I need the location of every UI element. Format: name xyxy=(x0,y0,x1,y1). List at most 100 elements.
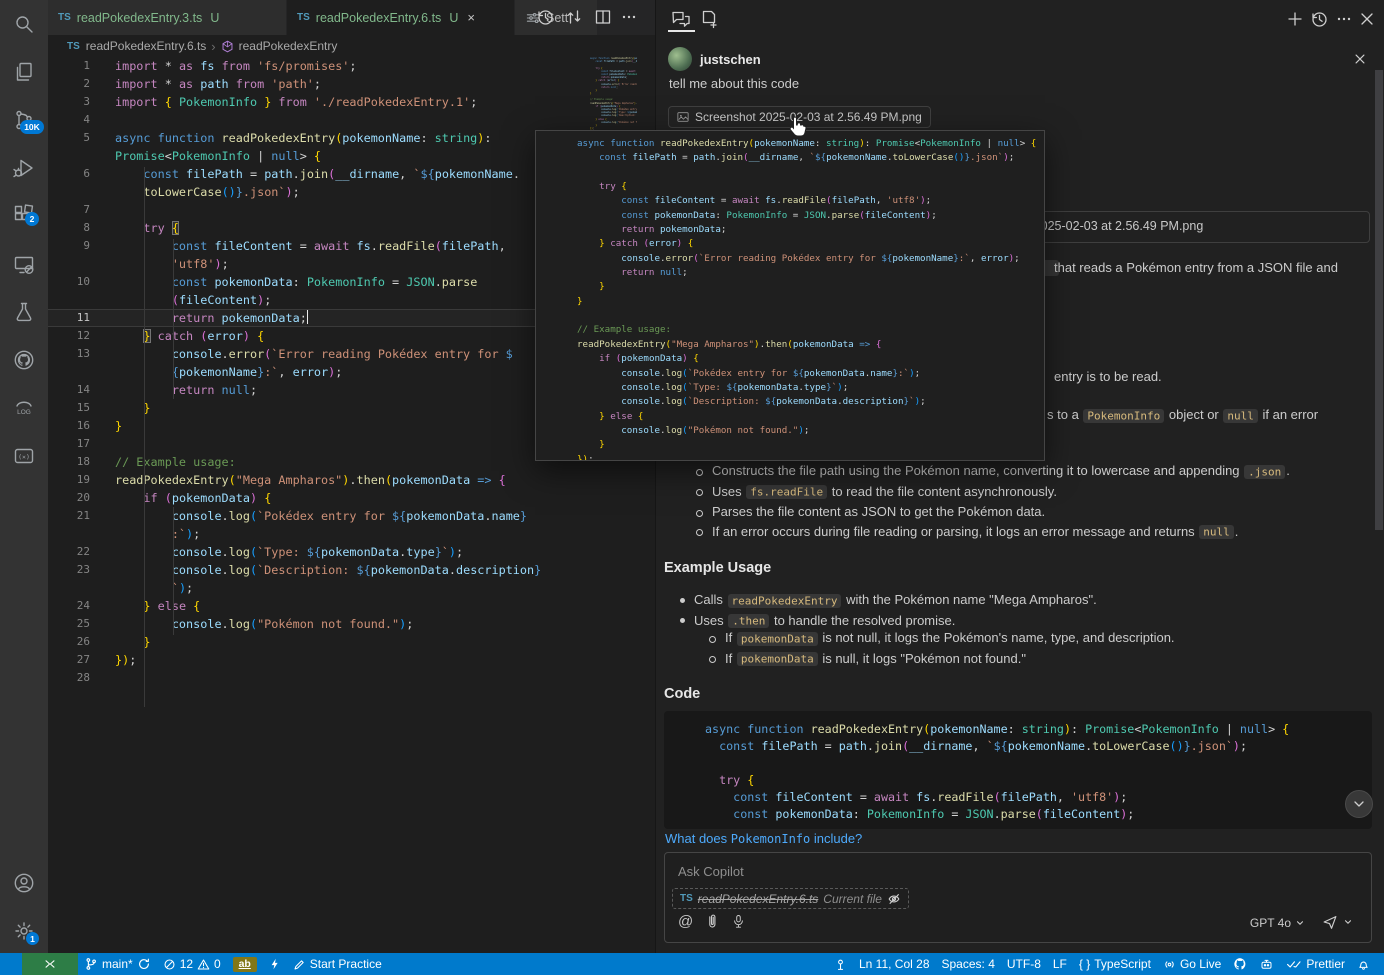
source-control-badge: 10K xyxy=(20,120,44,134)
compare-changes-icon[interactable] xyxy=(564,7,584,27)
attachment-preview-popup: async function readPokedexEntry(pokemonN… xyxy=(535,130,1045,461)
mention-icon[interactable]: @ xyxy=(678,913,693,930)
editor-more-actions-icon[interactable] xyxy=(619,7,639,27)
explorer-icon[interactable] xyxy=(12,60,36,84)
chat-code-block[interactable]: async function readPokedexEntry(pokemonN… xyxy=(664,711,1372,829)
remote-indicator[interactable] xyxy=(22,953,78,975)
remote-explorer-icon[interactable] xyxy=(12,253,36,277)
editor-tab-bar: TS readPokedexEntry.3.ts U TS readPokede… xyxy=(48,0,655,35)
minimap[interactable]: async function readPokedexEntry(pokemonN… xyxy=(565,57,637,131)
encoding-indicator[interactable]: UTF-8 xyxy=(1001,957,1047,971)
bullet-item: Constructs the file path using the Pokém… xyxy=(696,464,1356,479)
timeline-history-icon[interactable] xyxy=(535,7,555,27)
image-icon xyxy=(677,111,689,123)
response-bullet-list: Constructs the file path using the Pokém… xyxy=(696,464,1356,545)
breadcrumb[interactable]: TS readPokedexEntry.6.ts › readPokedexEn… xyxy=(48,35,655,57)
section-heading: Example Usage xyxy=(664,560,771,576)
response-fragment: that reads a Pokémon entry from a JSON f… xyxy=(1054,260,1338,275)
notifications-bell-icon[interactable] xyxy=(1351,958,1376,971)
chevron-down-icon xyxy=(1343,917,1353,927)
model-picker[interactable]: GPT 4o xyxy=(1250,916,1305,930)
svg-text:(×): (×) xyxy=(18,453,30,461)
language-mode[interactable]: { }TypeScript xyxy=(1073,957,1157,971)
branch-icon xyxy=(84,957,98,971)
split-editor-icon[interactable] xyxy=(593,7,613,27)
bullet-item: Calls readPokedexEntry with the Pokémon … xyxy=(680,593,1360,608)
attach-icon[interactable] xyxy=(703,913,720,930)
octocat-icon xyxy=(1233,957,1247,971)
search-icon[interactable] xyxy=(12,12,36,36)
active-view-underline xyxy=(668,30,695,32)
typescript-file-icon: TS xyxy=(67,41,80,52)
new-session-icon[interactable] xyxy=(698,8,720,30)
scroll-down-button[interactable] xyxy=(1345,790,1373,818)
typescript-file-icon: TS xyxy=(680,893,693,904)
code-lines: 1import * as fs from 'fs/promises';2impo… xyxy=(48,57,560,687)
cursor-position[interactable]: Ln 11, Col 28 xyxy=(853,957,936,971)
spell-checker-indicator[interactable]: ab xyxy=(227,957,263,972)
double-check-icon xyxy=(1286,958,1302,970)
warning-icon xyxy=(197,958,210,971)
indent-guide xyxy=(173,239,174,399)
bullet-item: Uses .then to handle the resolved promis… xyxy=(680,614,1360,629)
activity-bar: 10K 2 LOG (×) 1 xyxy=(0,0,48,953)
github-actions-indicator[interactable] xyxy=(1227,957,1253,971)
chat-input[interactable]: Ask Copilot TS readPokedexEntry.6.ts Cur… xyxy=(664,852,1372,943)
microphone-icon[interactable] xyxy=(730,913,747,930)
tab-settings[interactable]: Sett xyxy=(515,0,598,35)
go-live-button[interactable]: Go Live xyxy=(1157,957,1227,971)
svg-text:LOG: LOG xyxy=(17,409,31,416)
status-bar: main* 12 0 ab Start Practice Ln 11, Col … xyxy=(0,953,1384,975)
remove-message-icon[interactable] xyxy=(1353,52,1369,68)
chat-history-icon[interactable] xyxy=(1309,9,1329,29)
section-heading: Code xyxy=(664,686,700,702)
tab-readPokedexEntry-6[interactable]: TS readPokedexEntry.6.ts U × xyxy=(287,0,515,35)
response-bullet-list: Calls readPokedexEntry with the Pokémon … xyxy=(680,593,1360,634)
new-chat-plus-icon[interactable] xyxy=(1285,9,1305,29)
test-flask-icon[interactable] xyxy=(12,300,36,324)
sync-icon xyxy=(137,957,151,971)
robot-icon xyxy=(1259,957,1274,972)
antenna-icon xyxy=(834,958,847,971)
indent-guide xyxy=(144,167,145,707)
ports-indicator[interactable] xyxy=(828,958,853,971)
typescript-file-icon: TS xyxy=(58,12,71,23)
panel-more-icon[interactable] xyxy=(1334,9,1354,29)
bullet-item: If pokemonData is null, it logs "Pokémon… xyxy=(709,652,1359,667)
git-branch-indicator[interactable]: main* xyxy=(78,957,157,971)
extensions-badge: 2 xyxy=(25,212,39,226)
copilot-extension-indicator[interactable] xyxy=(1253,957,1280,972)
attachment-chip[interactable]: Screenshot 2025-02-03 at 2.56.49 PM.png xyxy=(668,106,931,128)
account-icon[interactable] xyxy=(12,871,36,895)
close-tab-icon[interactable]: × xyxy=(467,10,475,25)
user-message: tell me about this code xyxy=(669,76,799,91)
settings-badge: 1 xyxy=(26,932,39,945)
user-name: justschen xyxy=(700,52,761,67)
context-chip[interactable]: TS readPokedexEntry.6.ts Current file xyxy=(672,888,909,909)
problems-indicator[interactable]: 12 0 xyxy=(157,957,227,971)
bullet-item: If an error occurs during file reading o… xyxy=(696,525,1356,540)
indentation-indicator[interactable]: Spaces: 4 xyxy=(936,957,1001,971)
prettier-indicator[interactable]: Prettier xyxy=(1280,957,1351,971)
send-icon xyxy=(1321,913,1339,931)
tab-readPokedexEntry-3[interactable]: TS readPokedexEntry.3.ts U xyxy=(48,0,287,35)
followup-suggestion[interactable]: What does PokemonInfo include? xyxy=(665,831,862,846)
eol-indicator[interactable]: LF xyxy=(1047,957,1073,971)
log-panel-icon[interactable]: LOG xyxy=(12,396,36,420)
typescript-file-icon: TS xyxy=(297,12,310,23)
run-debug-icon[interactable] xyxy=(12,156,36,180)
output-console-icon[interactable]: (×) xyxy=(12,444,36,468)
gitlens-indicator[interactable] xyxy=(263,958,287,970)
eye-off-icon[interactable] xyxy=(887,892,901,906)
start-practice-button[interactable]: Start Practice xyxy=(287,957,388,971)
code-editor[interactable]: 1import * as fs from 'fs/promises';2impo… xyxy=(48,57,560,757)
error-icon xyxy=(163,958,176,971)
close-panel-icon[interactable] xyxy=(1357,9,1377,29)
github-icon[interactable] xyxy=(12,348,36,372)
vscode-window: 10K 2 LOG (×) 1 TS readPokedexEntry.3.ts… xyxy=(0,0,1384,975)
chevron-right-icon: › xyxy=(211,39,215,54)
response-bullet-list: If pokemonData is not null, it logs the … xyxy=(709,631,1359,672)
chat-view-icon[interactable] xyxy=(670,8,692,30)
panel-scrollbar[interactable] xyxy=(1375,70,1383,530)
send-button[interactable] xyxy=(1321,913,1353,931)
